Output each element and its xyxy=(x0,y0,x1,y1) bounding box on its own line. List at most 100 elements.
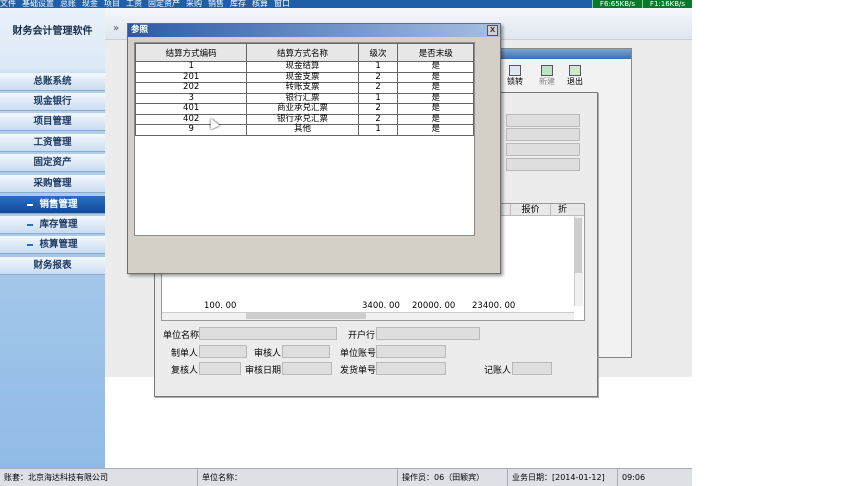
total-tax: 20000. 00 xyxy=(412,301,456,311)
bookkeeper-field[interactable] xyxy=(512,362,552,375)
sidebar-item-label: 总账系统 xyxy=(33,76,72,87)
menu-item-9[interactable]: 库存 xyxy=(230,0,246,8)
menu-item-11[interactable]: 窗口 xyxy=(274,0,290,8)
table-cell: 2 xyxy=(357,82,399,94)
sidebar-item-label: 财务报表 xyxy=(33,260,72,271)
table-cell: 2 xyxy=(357,71,399,83)
table-cell: 是 xyxy=(397,103,474,115)
total-qty: 100. 00 xyxy=(204,301,237,311)
table-row[interactable]: 401 商业承兑汇票 2 是 xyxy=(134,103,474,115)
table-cell: 现金结算 xyxy=(246,61,359,73)
menu-item-0[interactable]: 文件 xyxy=(0,0,16,8)
sidebar-item-6[interactable]: 销售管理 xyxy=(0,196,105,214)
table-cell: 2 xyxy=(357,113,399,125)
lock-label: 锁转 xyxy=(507,77,523,86)
header-field-2[interactable] xyxy=(506,128,580,141)
table-cell: 银行承兑汇票 xyxy=(246,113,359,125)
unit-name-field[interactable] xyxy=(199,327,337,340)
invoice-no-label: 发货单号 xyxy=(340,366,377,376)
table-cell: 是 xyxy=(397,92,474,104)
header-field-4[interactable] xyxy=(506,158,580,171)
menu-item-3[interactable]: 现金 xyxy=(82,0,98,8)
menu-item-2[interactable]: 总账 xyxy=(60,0,76,8)
column-header[interactable]: 结算方式名称 xyxy=(246,43,359,62)
total-amount: 3400. 00 xyxy=(362,301,400,311)
total-sum: 23400. 00 xyxy=(472,301,516,311)
sidebar-item-label: 项目管理 xyxy=(33,116,72,127)
app-brand: 财务会计管理软件 xyxy=(12,26,93,37)
unit-account-field[interactable] xyxy=(376,345,446,358)
audit-date-field[interactable] xyxy=(282,362,332,375)
invoice-no-field[interactable] xyxy=(376,362,446,375)
sidebar-item-label: 库存管理 xyxy=(39,219,78,230)
table-cell: 1 xyxy=(357,124,399,136)
column-header[interactable]: 结算方式编码 xyxy=(134,43,248,62)
menu-item-7[interactable]: 采购 xyxy=(186,0,202,8)
table-row[interactable]: 202 转账支票 2 是 xyxy=(134,82,474,94)
table-cell: 9 xyxy=(134,124,248,136)
sidebar-item-7[interactable]: 库存管理 xyxy=(0,216,105,234)
column-header[interactable]: 是否末级 xyxy=(397,43,474,62)
maker-field[interactable] xyxy=(199,345,247,358)
sidebar-item-0[interactable]: 总账系统 xyxy=(0,73,105,91)
grid-hscroll-thumb[interactable] xyxy=(246,313,366,319)
reference-dialog-title: 参照 xyxy=(131,25,149,35)
table-cell: 现金支票 xyxy=(246,71,359,83)
table-cell: 2 xyxy=(357,103,399,115)
table-cell: 其他 xyxy=(246,124,359,136)
table-cell: 是 xyxy=(397,82,474,94)
exit-label: 退出 xyxy=(567,77,583,86)
sidebar-item-5[interactable]: 采购管理 xyxy=(0,175,105,193)
sidebar-item-3[interactable]: 工资管理 xyxy=(0,134,105,152)
status-account: 账套：北京海达科技有限公司 xyxy=(0,469,198,486)
sidebar-item-8[interactable]: 核算管理 xyxy=(0,236,105,254)
table-cell: 是 xyxy=(397,113,474,125)
table-cell: 银行汇票 xyxy=(246,92,359,104)
sidebar-item-2[interactable]: 项目管理 xyxy=(0,113,105,131)
table-row[interactable]: 1 现金结算 1 是 xyxy=(134,61,474,73)
new-button[interactable]: 新建 xyxy=(535,65,559,89)
table-row[interactable]: 402 银行承兑汇票 2 是 xyxy=(134,113,474,125)
sidebar-item-4[interactable]: 固定资产 xyxy=(0,154,105,172)
status-bar: 账套：北京海达科技有限公司 单位名称： 操作员：06（田颖宾） 业务日期：[20… xyxy=(0,468,692,486)
sidebar-item-label: 固定资产 xyxy=(33,157,72,168)
menu-item-5[interactable]: 工资 xyxy=(126,0,142,8)
menu-item-1[interactable]: 基础设置 xyxy=(22,0,54,8)
maker-label: 制单人 xyxy=(171,349,199,359)
column-header[interactable]: 级次 xyxy=(357,43,399,62)
rechecker-label: 复核人 xyxy=(171,366,199,376)
unit-name-label: 单位名称 xyxy=(163,331,200,341)
expand-dash-icon xyxy=(27,223,34,226)
menu-item-10[interactable]: 核算 xyxy=(252,0,268,8)
expand-dash-icon xyxy=(27,243,34,246)
sidebar-item-1[interactable]: 现金银行 xyxy=(0,93,105,111)
reference-dialog: 参照 x 结算方式编码 结算方式名称 级次 是否末级 1 现金结算 1 是 201 现金支票 2 是… xyxy=(127,23,501,274)
auditor-label: 审核人 xyxy=(254,349,282,359)
grid-vscroll-thumb[interactable] xyxy=(575,218,582,273)
menu-item-4[interactable]: 项目 xyxy=(104,0,120,8)
collapse-chevron-icon[interactable]: » xyxy=(113,23,119,34)
table-row[interactable]: 3 银行汇票 1 是 xyxy=(134,92,474,104)
grid-hscroll[interactable] xyxy=(162,312,574,320)
menu-item-8[interactable]: 销售 xyxy=(208,0,224,8)
sidebar-item-9[interactable]: 财务报表 xyxy=(0,257,105,275)
bank-field[interactable] xyxy=(376,327,480,340)
table-row[interactable]: 201 现金支票 2 是 xyxy=(134,71,474,83)
outside-area xyxy=(692,0,864,486)
table-row[interactable]: 9 其他 1 是 xyxy=(134,124,474,136)
header-field-3[interactable] xyxy=(506,143,580,156)
lock-button[interactable]: 锁转 xyxy=(503,65,527,89)
menu-bar: 文件 基础设置 总账 现金 项目 工资 固定资产 采购 销售 库存 核算 窗口 xyxy=(0,0,692,8)
exit-button[interactable]: 退出 xyxy=(563,65,587,89)
header-field-1[interactable] xyxy=(506,114,580,127)
table-cell: 1 xyxy=(134,61,248,73)
table-cell: 是 xyxy=(397,71,474,83)
table-cell: 3 xyxy=(134,92,248,104)
menu-item-6[interactable]: 固定资产 xyxy=(148,0,180,8)
auditor-field[interactable] xyxy=(282,345,330,358)
close-icon[interactable]: x xyxy=(487,25,498,36)
rechecker-field[interactable] xyxy=(199,362,241,375)
new-label: 新建 xyxy=(539,77,555,86)
grid-col-quote: 报价 xyxy=(510,204,550,216)
sidebar-item-label: 采购管理 xyxy=(33,178,72,189)
